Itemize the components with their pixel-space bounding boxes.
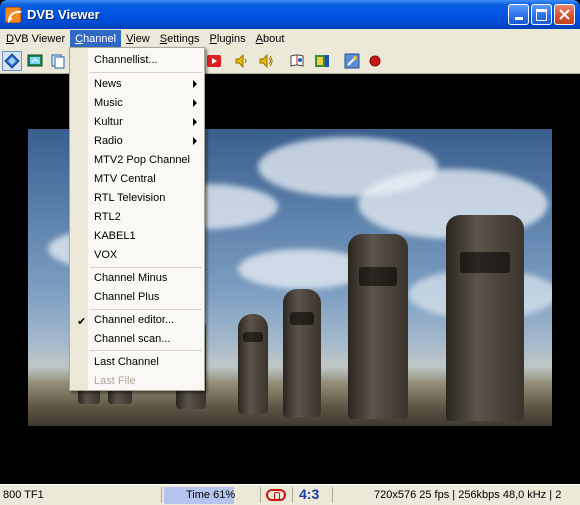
close-icon <box>559 9 570 20</box>
epg-icon[interactable] <box>287 51 307 71</box>
menu-item-radio[interactable]: Radio <box>70 132 204 150</box>
status-time-progress: Time 61% <box>164 487 236 504</box>
menu-item-channel-plus[interactable]: Channel Plus <box>70 288 204 306</box>
menu-item-kabel1[interactable]: KABEL1 <box>70 227 204 245</box>
window-title: DVB Viewer <box>27 7 100 22</box>
menu-item-news[interactable]: News <box>70 75 204 93</box>
menu-item-last-channel[interactable]: Last Channel <box>70 353 204 371</box>
title-bar: DVB Viewer <box>0 0 580 29</box>
channel-menu: Channellist... News Music Kultur Radio M… <box>69 47 205 391</box>
minimize-button[interactable] <box>508 4 529 25</box>
menu-dvb-viewer[interactable]: DVB Viewer <box>1 30 70 48</box>
menu-view[interactable]: View <box>121 30 155 48</box>
menu-item-kultur[interactable]: Kultur <box>70 113 204 131</box>
menu-item-rtl-television[interactable]: RTL Television <box>70 189 204 207</box>
status-bar: 800 TF1 Time 61% 4:3 720x576 25 fps | 25… <box>0 484 580 505</box>
status-stream-info: 720x576 25 fps | 256kbps 48,0 kHz | 2 <box>374 489 562 501</box>
osd-icon[interactable] <box>2 51 22 71</box>
volume-up-icon[interactable] <box>256 51 276 71</box>
volume-down-icon[interactable] <box>232 51 252 71</box>
menu-item-mtv-central[interactable]: MTV Central <box>70 170 204 188</box>
menu-item-last-file: Last File <box>94 375 136 387</box>
submenu-arrow-icon <box>193 99 197 107</box>
menu-about[interactable]: About <box>251 30 290 48</box>
tv-icon[interactable] <box>25 51 45 71</box>
menu-item-channellist[interactable]: Channellist... <box>70 51 204 69</box>
menu-item-music[interactable]: Music <box>70 94 204 112</box>
window-controls <box>508 4 575 25</box>
menu-settings[interactable]: Settings <box>155 30 205 48</box>
menu-item-mtv2-pop-channel[interactable]: MTV2 Pop Channel <box>70 151 204 169</box>
menu-bar: DVB Viewer Channel View Settings Plugins… <box>0 29 580 48</box>
menu-item-rtl2[interactable]: RTL2 <box>70 208 204 226</box>
menu-item-channel-scan[interactable]: Channel scan... <box>70 330 204 348</box>
menu-channel[interactable]: Channel <box>70 29 122 48</box>
status-time: Time 61% <box>186 489 236 501</box>
menu-item-vox[interactable]: VOX <box>70 246 204 264</box>
record-play-icon[interactable] <box>204 51 224 71</box>
record-icon[interactable] <box>365 51 385 71</box>
picture-icon[interactable] <box>312 51 332 71</box>
menu-item-channel-minus[interactable]: Channel Minus <box>70 269 204 287</box>
menu-plugins[interactable]: Plugins <box>205 30 251 48</box>
status-channel: 800 TF1 <box>3 489 44 501</box>
close-button[interactable] <box>554 4 575 25</box>
status-aspect: 4:3 <box>299 486 320 502</box>
app-icon <box>5 6 22 23</box>
submenu-arrow-icon <box>193 137 197 145</box>
settings-icon[interactable] <box>342 51 362 71</box>
submenu-arrow-icon <box>193 118 197 126</box>
submenu-arrow-icon <box>193 80 197 88</box>
copy-icon[interactable] <box>48 51 68 71</box>
menu-item-channel-editor[interactable]: ✔ Channel editor... <box>70 311 204 329</box>
record-status-icon <box>266 489 286 501</box>
checkmark-icon: ✔ <box>77 316 87 328</box>
maximize-button[interactable] <box>531 4 552 25</box>
